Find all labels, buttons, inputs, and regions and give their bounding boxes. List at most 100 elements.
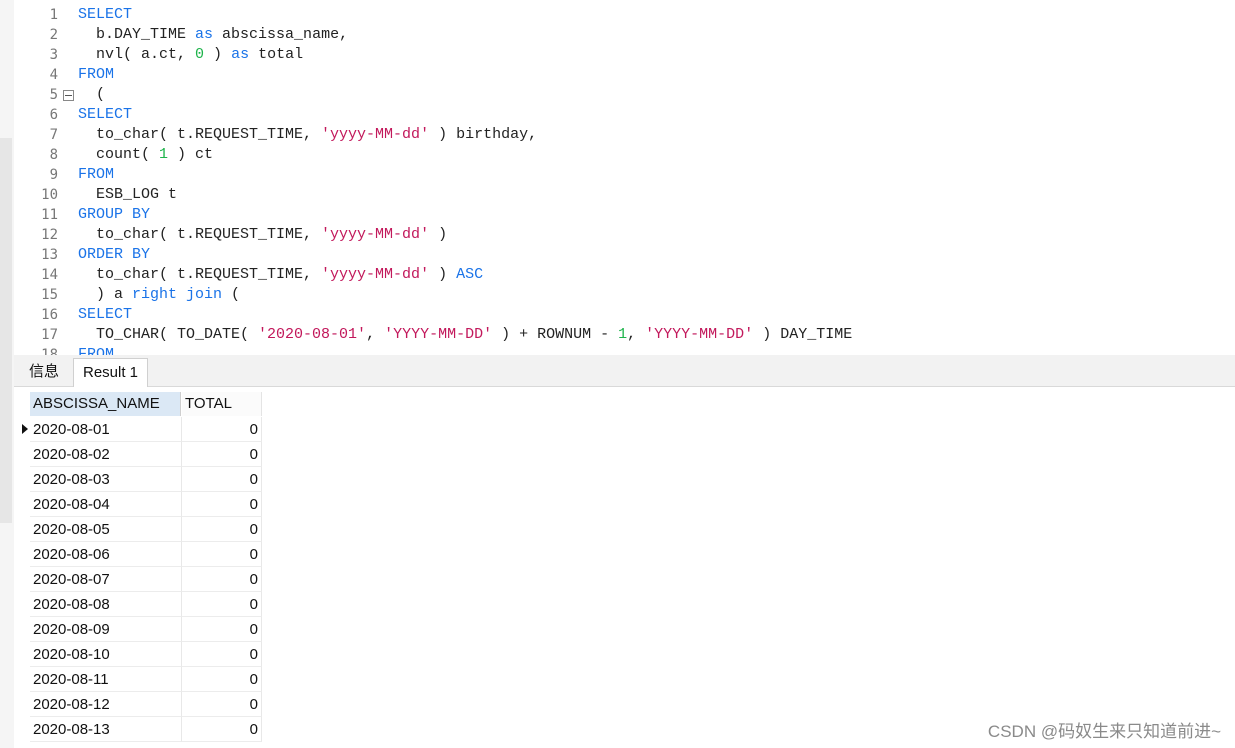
table-row[interactable]: 2020-08-13 0 bbox=[16, 717, 262, 742]
cell-total[interactable]: 0 bbox=[182, 567, 262, 592]
code-token: ORDER BY bbox=[78, 246, 151, 263]
code-token: to_char( t.REQUEST_TIME, bbox=[78, 126, 322, 143]
code-token: as bbox=[195, 26, 214, 43]
row-indicator bbox=[16, 542, 30, 567]
cell-total[interactable]: 0 bbox=[182, 617, 262, 642]
code-token: to_char( t.REQUEST_TIME, bbox=[78, 266, 322, 283]
cell-abscissa-name[interactable]: 2020-08-05 bbox=[30, 517, 182, 542]
row-indicator bbox=[16, 517, 30, 542]
line-number: 2 bbox=[49, 27, 58, 43]
result-tabs-bar: 信息 Result 1 bbox=[14, 355, 1235, 387]
line-number: 12 bbox=[41, 227, 58, 243]
cell-total[interactable]: 0 bbox=[182, 517, 262, 542]
code-token: ) ct bbox=[168, 146, 214, 163]
line-number: 14 bbox=[41, 267, 58, 283]
line-number: 3 bbox=[49, 47, 58, 63]
cell-total[interactable]: 0 bbox=[182, 467, 262, 492]
table-row[interactable]: 2020-08-11 0 bbox=[16, 667, 262, 692]
line-number: 10 bbox=[41, 187, 58, 203]
table-row[interactable]: 2020-08-12 0 bbox=[16, 692, 262, 717]
code-token: FROM bbox=[78, 346, 115, 355]
column-header-total[interactable]: TOTAL bbox=[182, 392, 262, 416]
cell-total[interactable]: 0 bbox=[182, 492, 262, 517]
code-token: SELECT bbox=[78, 306, 133, 323]
line-number: 1 bbox=[49, 7, 58, 23]
cell-abscissa-name[interactable]: 2020-08-02 bbox=[30, 442, 182, 467]
row-indicator bbox=[16, 467, 30, 492]
row-indicator bbox=[16, 442, 30, 467]
row-indicator bbox=[16, 617, 30, 642]
code-token: 1 bbox=[618, 326, 628, 343]
cell-total[interactable]: 0 bbox=[182, 642, 262, 667]
code-token: ( bbox=[222, 286, 241, 303]
code-token: abscissa_name, bbox=[213, 26, 349, 43]
cell-total[interactable]: 0 bbox=[182, 667, 262, 692]
row-indicator bbox=[16, 667, 30, 692]
code-token: ASC bbox=[456, 266, 484, 283]
cell-total[interactable]: 0 bbox=[182, 417, 262, 442]
cell-abscissa-name[interactable]: 2020-08-06 bbox=[30, 542, 182, 567]
line-number: 8 bbox=[49, 147, 58, 163]
code-token: '2020-08-01' bbox=[258, 326, 367, 343]
line-number: 4 bbox=[49, 67, 58, 83]
code-token: 'yyyy-MM-dd' bbox=[321, 126, 430, 143]
tab-info[interactable]: 信息 bbox=[18, 358, 70, 386]
cell-total[interactable]: 0 bbox=[182, 592, 262, 617]
line-number: 5 bbox=[49, 87, 58, 103]
code-token: TO_CHAR( TO_DATE( bbox=[78, 326, 259, 343]
table-row[interactable]: 2020-08-09 0 bbox=[16, 617, 262, 642]
table-row[interactable]: 2020-08-05 0 bbox=[16, 517, 262, 542]
cell-abscissa-name[interactable]: 2020-08-07 bbox=[30, 567, 182, 592]
cell-abscissa-name[interactable]: 2020-08-01 bbox=[30, 417, 182, 442]
line-number: 6 bbox=[49, 107, 58, 123]
code-token: as bbox=[231, 46, 250, 63]
table-row[interactable]: 2020-08-10 0 bbox=[16, 642, 262, 667]
code-token: ) birthday, bbox=[429, 126, 538, 143]
row-indicator bbox=[16, 567, 30, 592]
code-token: b.DAY_TIME bbox=[78, 26, 196, 43]
code-text: ESB_LOG t bbox=[78, 185, 177, 205]
code-text: to_char( t.REQUEST_TIME, 'yyyy-MM-dd' ) … bbox=[78, 265, 483, 285]
cell-abscissa-name[interactable]: 2020-08-12 bbox=[30, 692, 182, 717]
code-token: ) bbox=[429, 226, 448, 243]
code-token: nvl( a.ct, bbox=[78, 46, 196, 63]
tab-result-1[interactable]: Result 1 bbox=[73, 358, 148, 387]
table-row[interactable]: 2020-08-08 0 bbox=[16, 592, 262, 617]
cell-abscissa-name[interactable]: 2020-08-03 bbox=[30, 467, 182, 492]
cell-abscissa-name[interactable]: 2020-08-13 bbox=[30, 717, 182, 742]
line-number: 18 bbox=[41, 347, 58, 355]
table-row[interactable]: 2020-08-07 0 bbox=[16, 567, 262, 592]
code-token: ) bbox=[429, 266, 457, 283]
code-text: to_char( t.REQUEST_TIME, 'yyyy-MM-dd' ) … bbox=[78, 125, 537, 145]
cell-total[interactable]: 0 bbox=[182, 692, 262, 717]
code-token: ESB_LOG t bbox=[78, 186, 178, 203]
cell-total[interactable]: 0 bbox=[182, 717, 262, 742]
cell-abscissa-name[interactable]: 2020-08-09 bbox=[30, 617, 182, 642]
code-text: FROM bbox=[78, 345, 114, 355]
table-row[interactable]: 2020-08-04 0 bbox=[16, 492, 262, 517]
cell-abscissa-name[interactable]: 2020-08-04 bbox=[30, 492, 182, 517]
cell-total[interactable]: 0 bbox=[182, 542, 262, 567]
cell-abscissa-name[interactable]: 2020-08-11 bbox=[30, 667, 182, 692]
code-token: 'YYYY-MM-DD' bbox=[384, 326, 493, 343]
vertical-splitter[interactable] bbox=[0, 138, 12, 523]
code-token: to_char( t.REQUEST_TIME, bbox=[78, 226, 322, 243]
table-row[interactable]: 2020-08-01 0 bbox=[16, 417, 262, 442]
code-token: ) DAY_TIME bbox=[753, 326, 853, 343]
code-token: total bbox=[249, 46, 304, 63]
table-row[interactable]: 2020-08-06 0 bbox=[16, 542, 262, 567]
column-header-abscissa-name[interactable]: ABSCISSA_NAME bbox=[30, 392, 181, 416]
table-row[interactable]: 2020-08-03 0 bbox=[16, 467, 262, 492]
table-row[interactable]: 2020-08-02 0 bbox=[16, 442, 262, 467]
cell-abscissa-name[interactable]: 2020-08-10 bbox=[30, 642, 182, 667]
row-indicator bbox=[16, 492, 30, 517]
line-number: 17 bbox=[41, 327, 58, 343]
code-text: FROM bbox=[78, 165, 114, 185]
code-token: 'YYYY-MM-DD' bbox=[645, 326, 754, 343]
code-text: b.DAY_TIME as abscissa_name, bbox=[78, 25, 348, 45]
fold-toggle-icon[interactable] bbox=[63, 90, 74, 101]
code-token: ) bbox=[204, 46, 232, 63]
sql-editor[interactable]: 1 SELECT 2 b.DAY_TIME as abscissa_name, 3 n… bbox=[14, 5, 1235, 355]
cell-total[interactable]: 0 bbox=[182, 442, 262, 467]
cell-abscissa-name[interactable]: 2020-08-08 bbox=[30, 592, 182, 617]
